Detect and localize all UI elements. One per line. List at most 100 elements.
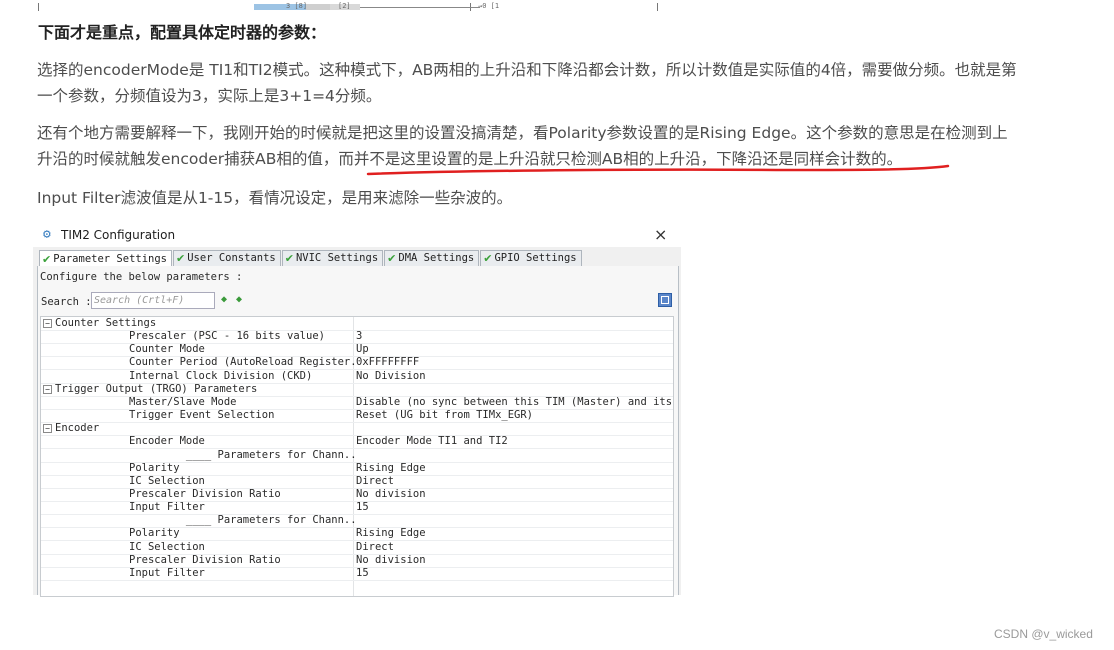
parameter-row[interactable]: Polarity Rising Edge <box>41 527 673 542</box>
parameter-value[interactable]: Reset (UG bit from TIMx_EGR) <box>356 409 672 422</box>
parameter-value[interactable]: No division <box>356 488 672 501</box>
tab-parameter-settings[interactable]: ✔ Parameter Settings <box>39 250 173 267</box>
parameter-value[interactable]: Encoder Mode TI1 and TI2 <box>356 435 672 448</box>
parameter-row[interactable]: Internal Clock Division (CKD) No Division <box>41 370 673 384</box>
parameter-value[interactable]: Direct <box>356 541 672 554</box>
parameter-name: Polarity <box>129 527 180 540</box>
search-label: Search : <box>41 296 92 308</box>
tab-nvic-settings[interactable]: ✔ NVIC Settings <box>281 250 384 266</box>
parameter-row[interactable]: Counter Period (AutoReload Register... 0x… <box>41 356 673 371</box>
parameter-row[interactable]: IC Selection Direct <box>41 475 673 489</box>
parameter-name: ____ Parameters for Chann... <box>129 448 355 461</box>
strip-label: 3 [8] <box>286 2 308 10</box>
collapse-icon[interactable]: − <box>43 384 52 394</box>
parameter-row[interactable]: Polarity Rising Edge <box>41 462 673 476</box>
strip-segment <box>306 4 330 10</box>
parameter-row[interactable]: Prescaler Division Ratio No division <box>41 488 673 502</box>
group-row[interactable]: − Trigger Output (TRGO) Parameters <box>41 383 673 397</box>
group-label: Trigger Output (TRGO) Parameters <box>55 382 258 395</box>
parameter-row[interactable]: IC Selection Direct <box>41 541 673 555</box>
parameter-value[interactable]: No division <box>356 554 672 567</box>
parameter-row[interactable]: Encoder Mode Encoder Mode TI1 and TI2 <box>41 435 673 450</box>
parameter-value[interactable]: 15 <box>356 501 672 514</box>
check-icon: ✔ <box>483 252 493 265</box>
group-row[interactable]: − Counter Settings <box>41 317 673 331</box>
parameter-row[interactable]: Trigger Event Selection Reset (UG bit fro… <box>41 409 673 424</box>
tab-label: GPIO Settings <box>494 252 577 264</box>
parameter-name: Polarity <box>129 461 180 474</box>
strip-label: [2] <box>338 2 351 10</box>
dialog-titlebar: ⚙ TIM2 Configuration × <box>33 225 681 247</box>
parameter-row[interactable]: Counter Mode Up <box>41 343 673 358</box>
parameter-name: Counter Period (AutoReload Register... <box>129 356 355 369</box>
configure-hint: Configure the below parameters : <box>40 271 243 283</box>
tab-label: DMA Settings <box>398 252 475 264</box>
parameter-name: IC Selection <box>129 540 205 553</box>
view-toggle-icon[interactable] <box>658 293 672 307</box>
search-previous-icon[interactable]: ◆ <box>221 294 227 305</box>
parameter-row[interactable]: Prescaler Division Ratio No division <box>41 554 673 568</box>
group-label: Encoder <box>55 422 100 435</box>
search-next-icon[interactable]: ◆ <box>236 294 242 305</box>
strip-label: →0 [1 <box>478 2 500 10</box>
parameter-name: Internal Clock Division (CKD) <box>129 369 313 382</box>
parameter-row[interactable]: Input Filter 15 <box>41 567 673 581</box>
parameter-row[interactable]: Prescaler (PSC - 16 bits value) 3 <box>41 330 673 345</box>
parameter-value[interactable]: Up <box>356 343 672 356</box>
check-icon: ✔ <box>176 252 186 265</box>
parameter-row[interactable]: ____ Parameters for Chann... <box>41 514 673 529</box>
parameter-name: ____ Parameters for Chann... <box>129 514 355 527</box>
parameter-value[interactable]: No Division <box>356 370 672 383</box>
check-icon: ✔ <box>387 252 397 265</box>
strip-line <box>360 7 480 8</box>
parameter-value[interactable]: Disable (no sync between this TIM (Maste… <box>356 396 672 409</box>
parameter-name: Trigger Event Selection <box>129 409 275 422</box>
close-icon[interactable]: × <box>654 225 667 244</box>
parameter-name: Counter Mode <box>129 343 205 356</box>
check-icon: ✔ <box>42 252 52 266</box>
collapse-icon[interactable]: − <box>43 319 52 328</box>
group-row[interactable]: − Encoder <box>41 422 673 437</box>
search-input[interactable]: Search (Crtl+F) <box>91 292 215 309</box>
tab-label: Parameter Settings <box>53 252 168 265</box>
watermark: CSDN @v_wicked <box>994 627 1093 641</box>
dialog-title: TIM2 Configuration <box>61 228 176 242</box>
strip-tick <box>38 3 39 11</box>
parameter-name: Prescaler (PSC - 16 bits value) <box>129 330 325 343</box>
parameter-name: IC Selection <box>129 474 205 487</box>
previous-image-strip: 3 [8] [2] →0 [1 <box>0 0 700 14</box>
section-heading: 下面才是重点，配置具体定时器的参数： <box>38 23 327 42</box>
red-underline-annotation <box>366 164 950 176</box>
tab-gpio-settings[interactable]: ✔ GPIO Settings <box>480 250 582 266</box>
tim2-configuration-dialog: ⚙ TIM2 Configuration × ✔ Parameter Settin… <box>33 225 681 597</box>
parameter-value[interactable]: Rising Edge <box>356 462 672 475</box>
parameter-value[interactable]: 0xFFFFFFFF <box>356 356 672 369</box>
parameter-name: Input Filter <box>129 501 205 514</box>
check-icon: ✔ <box>284 252 294 265</box>
parameter-name: Master/Slave Mode <box>129 395 237 408</box>
parameter-row[interactable]: ____ Parameters for Chann... <box>41 449 673 463</box>
parameter-row[interactable]: Master/Slave Mode Disable (no sync betwee… <box>41 396 673 410</box>
parameter-name: Input Filter <box>129 566 205 579</box>
parameter-name: Prescaler Division Ratio <box>129 487 281 500</box>
parameter-value[interactable]: 3 <box>356 330 672 343</box>
parameter-settings-panel: Configure the below parameters : Search … <box>37 266 679 597</box>
parameter-grid: − Counter Settings Prescaler (PSC - 16 bit… <box>40 316 674 597</box>
group-label: Counter Settings <box>55 317 157 329</box>
tab-label: User Constants <box>187 252 276 264</box>
gear-icon: ⚙ <box>43 227 51 242</box>
parameter-name: Prescaler Division Ratio <box>129 553 281 566</box>
tab-dma-settings[interactable]: ✔ DMA Settings <box>384 250 480 266</box>
paragraph-input-filter: Input Filter滤波值是从1-15，看情况设定，是用来滤除一些杂波的。 <box>37 189 513 207</box>
parameter-value[interactable]: 15 <box>356 567 672 580</box>
parameter-value[interactable]: Rising Edge <box>356 527 672 540</box>
strip-tick <box>657 3 658 11</box>
dialog-tabs: ✔ Parameter Settings ✔ User Constants ✔ NVIC … <box>39 250 583 267</box>
parameter-name: Encoder Mode <box>129 435 205 448</box>
parameter-value[interactable]: Direct <box>356 475 672 488</box>
tab-user-constants[interactable]: ✔ User Constants <box>173 250 281 266</box>
tab-label: NVIC Settings <box>295 252 379 264</box>
paragraph-encoder-mode: 选择的encoderMode是 TI1和TI2模式。这种模式下，AB两相的上升沿… <box>37 61 1017 105</box>
collapse-icon[interactable]: − <box>43 424 52 434</box>
parameter-row[interactable]: Input Filter 15 <box>41 501 673 516</box>
